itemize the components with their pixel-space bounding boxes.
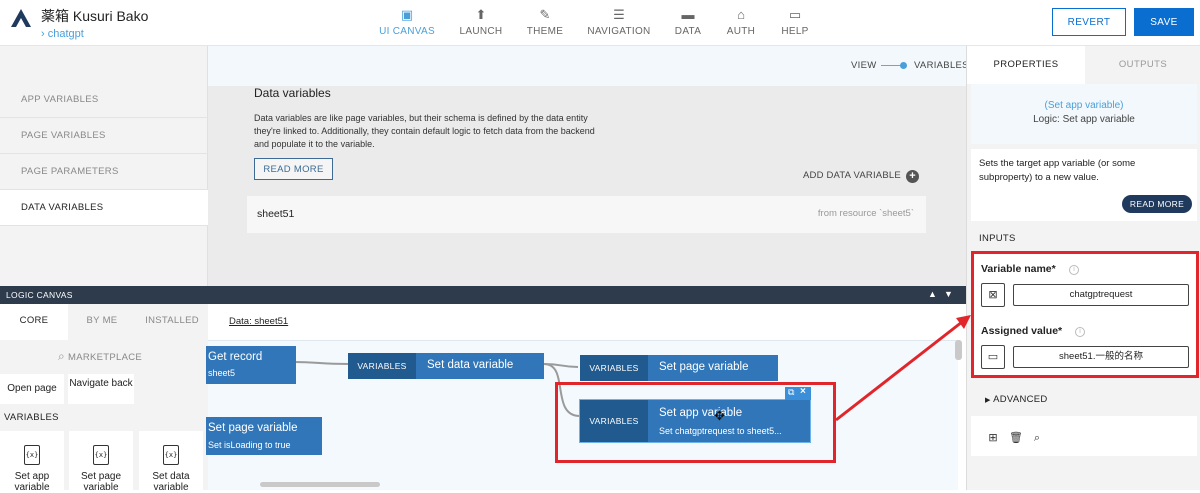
node-info: (Set app variable) Logic: Set app variab… bbox=[971, 84, 1197, 144]
app-logo[interactable] bbox=[10, 8, 32, 28]
tile-set-app-variable[interactable]: {x} Set app variable bbox=[0, 431, 64, 493]
nav-theme[interactable]: ✎ THEME bbox=[510, 6, 580, 37]
node-description: Sets the target app variable (or some su… bbox=[979, 158, 1136, 183]
tab-properties[interactable]: PROPERTIES bbox=[967, 46, 1085, 84]
tab-core[interactable]: CORE bbox=[0, 304, 68, 340]
node-subtitle: sheet5 bbox=[208, 368, 236, 378]
top-bar: 薬箱 Kusuri Bako › chatgpt ▣ UI CANVAS ⬆ L… bbox=[0, 0, 1200, 46]
marketplace-link[interactable]: ⌕ MARKETPLACE bbox=[58, 349, 142, 364]
trash-icon[interactable]: 🗑 bbox=[1009, 432, 1023, 444]
node-info-title[interactable]: (Set app variable) bbox=[971, 100, 1197, 111]
menu-page-variables[interactable]: PAGE VARIABLES bbox=[0, 118, 208, 154]
node-tag: VARIABLES bbox=[348, 353, 416, 379]
navigation-icon: ☰ bbox=[613, 7, 625, 22]
nav-label: THEME bbox=[526, 26, 564, 37]
variable-x-icon: {x} bbox=[93, 445, 109, 465]
node-info-logic: Logic: Set app variable bbox=[1033, 114, 1135, 125]
marketplace-label: MARKETPLACE bbox=[67, 352, 143, 363]
search-icon: ⌕ bbox=[58, 349, 66, 363]
nav-label: LAUNCH bbox=[459, 26, 503, 37]
read-more-button[interactable]: READ MORE bbox=[254, 158, 333, 180]
launch-icon: ⬆ bbox=[475, 7, 487, 22]
node-title: Set data variable bbox=[427, 359, 514, 371]
node-subtitle: Set isLoading to true bbox=[208, 440, 291, 450]
node-set-page-variable-loading[interactable]: Set page variable Set isLoading to true bbox=[206, 417, 322, 455]
chevron-up-icon[interactable]: ▲ bbox=[928, 289, 937, 299]
variables-menu: APP VARIABLES PAGE VARIABLES PAGE PARAME… bbox=[0, 46, 208, 286]
nav-launch[interactable]: ⬆ LAUNCH bbox=[446, 6, 516, 37]
nav-label: UI CANVAS bbox=[379, 26, 435, 37]
palette-tabs: CORE BY ME INSTALLED bbox=[0, 304, 208, 340]
tab-outputs[interactable]: OUTPUTS bbox=[1085, 46, 1200, 84]
node-title: Set page variable bbox=[208, 422, 298, 434]
caret-right-icon: ▶ bbox=[985, 397, 991, 404]
logic-canvas-label: LOGIC CANVAS bbox=[6, 290, 73, 300]
tile-set-data-variable[interactable]: {x} Set data variable bbox=[139, 431, 203, 493]
nav-ui-canvas[interactable]: ▣ UI CANVAS bbox=[372, 6, 442, 37]
variables-toggle-label[interactable]: VARIABLES bbox=[914, 60, 969, 71]
node-title: Set page variable bbox=[659, 361, 749, 373]
tab-installed[interactable]: INSTALLED bbox=[136, 304, 208, 340]
data-variables-title: Data variables bbox=[254, 86, 331, 100]
variables-section-title: VARIABLES bbox=[4, 412, 59, 423]
ui-canvas-icon: ▣ bbox=[400, 7, 414, 22]
app-name: 薬箱 Kusuri Bako bbox=[41, 8, 149, 24]
view-toggle-bar: VIEW VARIABLES bbox=[208, 46, 969, 86]
highlight-node-box bbox=[555, 382, 836, 463]
menu-data-variables[interactable]: DATA VARIABLES bbox=[0, 190, 208, 226]
advanced-label: ADVANCED bbox=[993, 394, 1048, 405]
breadcrumb-page[interactable]: chatgpt bbox=[48, 28, 84, 40]
nav-help[interactable]: ▭ HELP bbox=[760, 6, 830, 37]
node-tag: VARIABLES bbox=[580, 355, 648, 381]
breadcrumb[interactable]: › chatgpt bbox=[41, 28, 84, 40]
view-label: VIEW bbox=[851, 60, 877, 71]
advanced-toggle[interactable]: ▶ ADVANCED bbox=[985, 394, 1048, 405]
nav-label: NAVIGATION bbox=[587, 26, 651, 37]
theme-icon: ✎ bbox=[539, 7, 551, 22]
menu-page-parameters[interactable]: PAGE PARAMETERS bbox=[0, 154, 208, 190]
tile-set-page-variable[interactable]: {x} Set page variable bbox=[69, 431, 133, 493]
data-variables-description: Data variables are like page variables, … bbox=[254, 113, 595, 149]
nav-label: HELP bbox=[781, 26, 809, 37]
horizontal-scrollbar[interactable] bbox=[260, 482, 380, 487]
chevron-down-icon[interactable]: ▼ bbox=[944, 289, 953, 299]
data-variable-name: sheet51 bbox=[257, 208, 295, 220]
add-data-variable-link[interactable]: ADD DATA VARIABLE bbox=[803, 170, 901, 181]
revert-button[interactable]: REVERT bbox=[1052, 8, 1126, 36]
data-variables-panel: Data variables Data variables are like p… bbox=[208, 86, 966, 286]
nav-navigation[interactable]: ☰ NAVIGATION bbox=[584, 6, 654, 37]
chat-icon: ▭ bbox=[788, 7, 802, 22]
plus-icon[interactable]: + bbox=[906, 170, 919, 183]
data-variable-row[interactable]: sheet51 from resource `sheet5` bbox=[247, 196, 926, 233]
node-set-data-variable[interactable]: VARIABLES Set data variable bbox=[348, 353, 544, 379]
read-more-button[interactable]: READ MORE bbox=[1122, 195, 1192, 213]
inputs-label: INPUTS bbox=[979, 233, 1016, 244]
inspect-icon[interactable]: ⌕ bbox=[1031, 432, 1043, 444]
tile-navigate-back[interactable]: Navigate back bbox=[68, 374, 134, 404]
highlight-inputs-box bbox=[971, 251, 1199, 378]
variable-x-icon: {x} bbox=[163, 445, 179, 465]
node-title: Get record bbox=[208, 351, 263, 363]
variable-x-icon: {x} bbox=[24, 445, 40, 465]
toggle-knob[interactable] bbox=[900, 62, 907, 69]
data-variable-source: from resource `sheet5` bbox=[817, 208, 914, 219]
node-actions: ⊞ 🗑 ⌕ bbox=[971, 416, 1197, 456]
menu-app-variables[interactable]: APP VARIABLES bbox=[0, 82, 208, 118]
logic-canvas-bar: LOGIC CANVAS ▲ ▼ bbox=[0, 286, 966, 304]
tile-open-page[interactable]: Open page bbox=[0, 374, 64, 404]
node-set-page-variable[interactable]: VARIABLES Set page variable bbox=[580, 355, 778, 381]
save-button[interactable]: SAVE bbox=[1134, 8, 1194, 36]
tab-by-me[interactable]: BY ME bbox=[68, 304, 136, 340]
node-description-box: Sets the target app variable (or some su… bbox=[971, 149, 1197, 221]
vertical-scrollbar[interactable] bbox=[955, 340, 962, 360]
duplicate-icon[interactable]: ⊞ bbox=[987, 432, 999, 444]
node-get-record[interactable]: Get record sheet5 bbox=[206, 346, 296, 384]
logic-palette: ⌕ MARKETPLACE Open page Navigate back VA… bbox=[0, 340, 208, 493]
